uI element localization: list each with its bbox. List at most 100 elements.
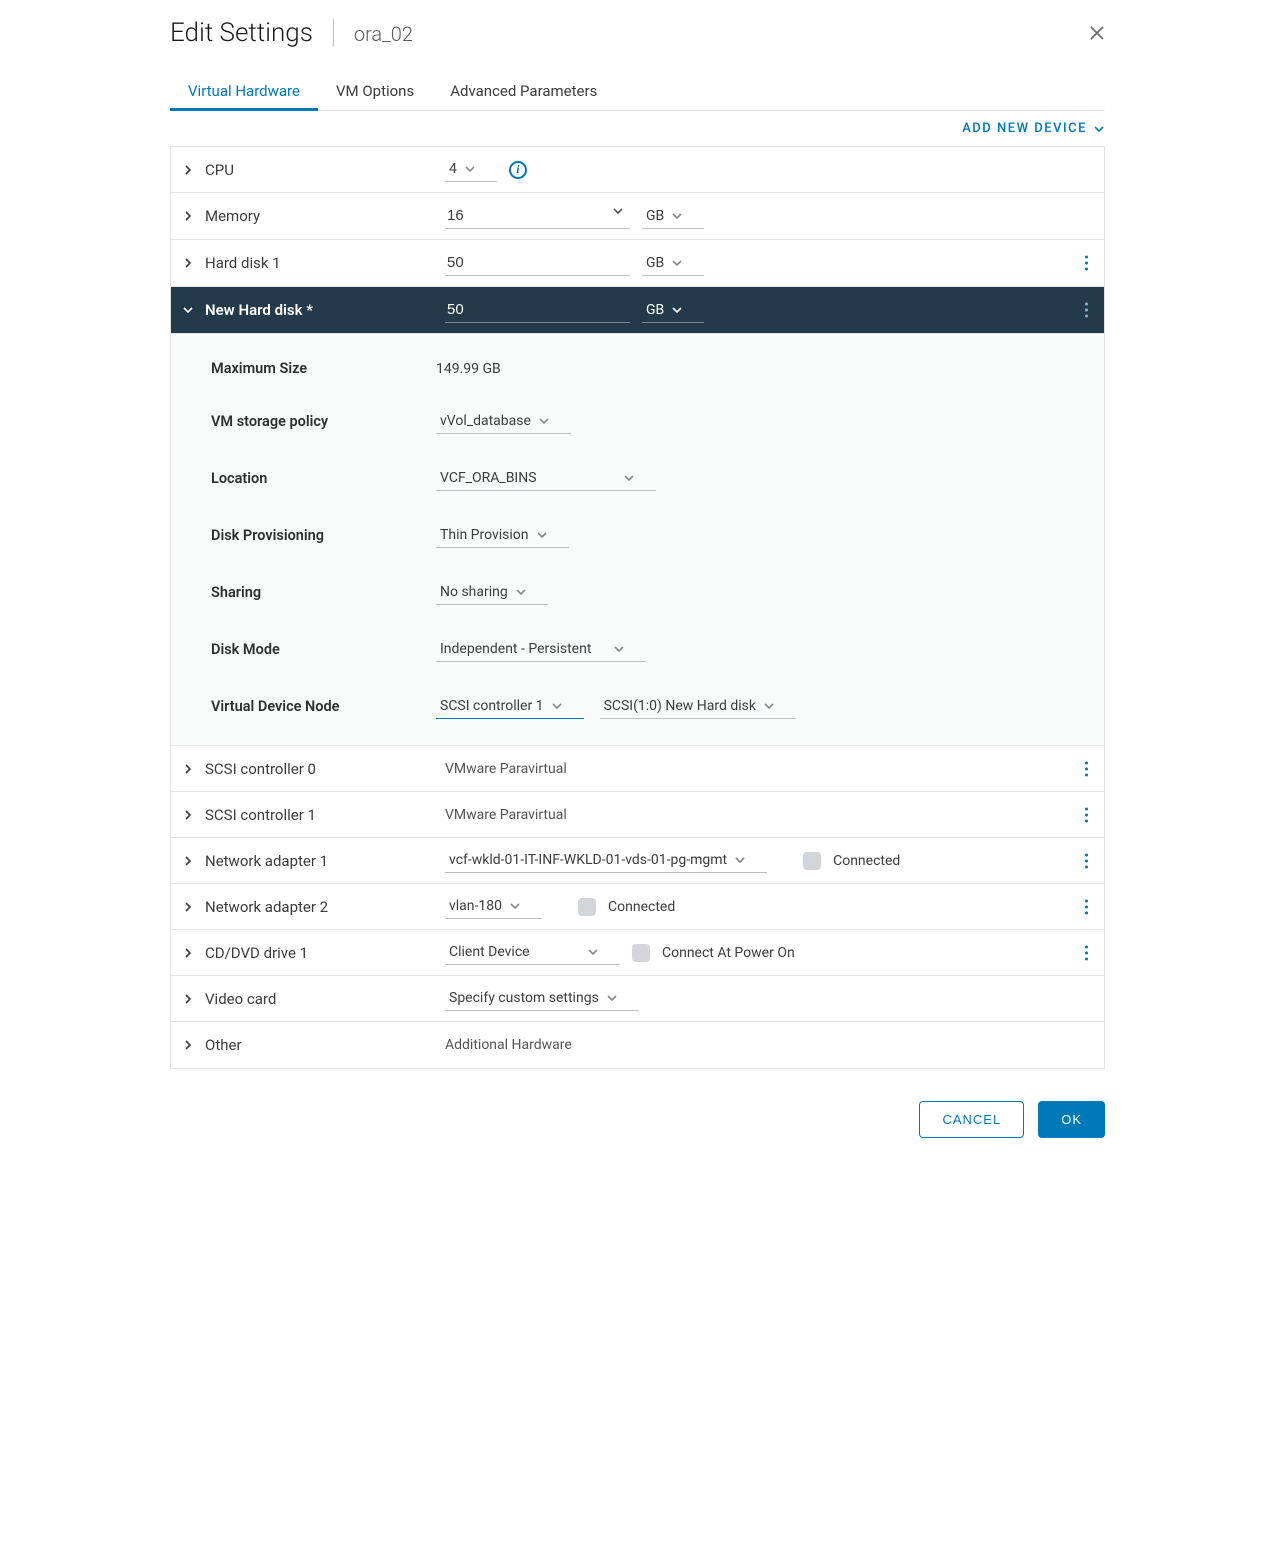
chevron-down-icon	[672, 211, 682, 221]
chevron-right-icon	[183, 902, 197, 912]
memory-input[interactable]	[445, 203, 630, 229]
policy-label: VM storage policy	[211, 413, 436, 430]
cancel-button[interactable]: CANCEL	[919, 1101, 1024, 1138]
sharing-select[interactable]: No sharing	[436, 580, 548, 605]
na1-value: vcf-wkld-01-IT-INF-WKLD-01-vds-01-pg-mgm…	[449, 852, 727, 868]
video-value: Specify custom settings	[449, 990, 599, 1006]
cpu-value-area: 4 i	[445, 157, 1092, 182]
row-hard-disk-1[interactable]: Hard disk 1 GB	[171, 240, 1104, 287]
policy-value: vVol_database	[440, 413, 531, 429]
newhd-unit-select[interactable]: GB	[642, 298, 704, 323]
na1-select[interactable]: vcf-wkld-01-IT-INF-WKLD-01-vds-01-pg-mgm…	[445, 848, 767, 873]
hardware-panel: CPU 4 i Memory	[170, 146, 1105, 1069]
row-network-adapter-2[interactable]: Network adapter 2 vlan-180 Connected	[171, 884, 1104, 930]
row-network-adapter-1[interactable]: Network adapter 1 vcf-wkld-01-IT-INF-WKL…	[171, 838, 1104, 884]
chevron-right-icon	[183, 1040, 197, 1050]
chevron-down-icon	[624, 473, 634, 483]
kebab-icon[interactable]	[1085, 761, 1088, 776]
na2-connected-checkbox[interactable]	[578, 898, 596, 916]
title-divider	[333, 19, 334, 47]
cd-connect-checkbox[interactable]	[632, 944, 650, 962]
chevron-right-icon	[183, 856, 197, 866]
hd1-unit-select[interactable]: GB	[642, 251, 704, 276]
info-icon[interactable]: i	[509, 161, 527, 179]
na1-connected-label: Connected	[833, 853, 900, 869]
chevron-right-icon	[183, 211, 197, 221]
cd-value-area: Client Device Connect At Power On	[445, 940, 1092, 965]
newhd-input[interactable]	[445, 297, 630, 323]
close-icon[interactable]	[1089, 25, 1105, 41]
na1-value-area: vcf-wkld-01-IT-INF-WKLD-01-vds-01-pg-mgm…	[445, 848, 1092, 873]
cd-select[interactable]: Client Device	[445, 940, 620, 965]
row-scsi-controller-0[interactable]: SCSI controller 0 VMware Paravirtual	[171, 746, 1104, 792]
memory-input-wrap	[445, 203, 630, 229]
video-label: Video card	[205, 990, 445, 1008]
kebab-icon[interactable]	[1085, 807, 1088, 822]
chevron-down-icon	[1093, 123, 1105, 135]
location-select[interactable]: VCF_ORA_BINS	[436, 466, 656, 491]
row-other[interactable]: Other Additional Hardware	[171, 1022, 1104, 1068]
row-video-card[interactable]: Video card Specify custom settings	[171, 976, 1104, 1022]
prov-label: Disk Provisioning	[211, 527, 436, 544]
memory-value-area: GB	[445, 203, 1092, 229]
dialog-subtitle: ora_02	[354, 22, 413, 46]
mode-select[interactable]: Independent - Persistent	[436, 637, 646, 662]
cpu-value: 4	[449, 161, 457, 177]
prov-select[interactable]: Thin Provision	[436, 523, 569, 548]
cpu-select[interactable]: 4	[445, 157, 497, 182]
chevron-down-icon	[539, 416, 549, 426]
chevron-down-icon	[607, 993, 617, 1003]
video-select[interactable]: Specify custom settings	[445, 986, 639, 1011]
row-new-hard-disk[interactable]: New Hard disk * GB	[171, 287, 1104, 334]
chevron-right-icon	[183, 165, 197, 175]
kebab-icon[interactable]	[1085, 256, 1088, 271]
kebab-icon[interactable]	[1085, 945, 1088, 960]
newhd-label: New Hard disk *	[205, 301, 445, 319]
chevron-down-icon	[672, 305, 682, 315]
hd1-input[interactable]	[445, 250, 630, 276]
row-cpu[interactable]: CPU 4 i	[171, 147, 1104, 193]
row-memory[interactable]: Memory GB	[171, 193, 1104, 240]
dialog-title: Edit Settings	[170, 18, 313, 48]
na2-value-area: vlan-180 Connected	[445, 894, 1092, 919]
sharing-value: No sharing	[440, 584, 508, 600]
newhd-value-area: GB	[445, 297, 1092, 323]
header-left: Edit Settings ora_02	[170, 18, 413, 48]
chevron-down-icon	[614, 644, 624, 654]
memory-unit: GB	[646, 208, 664, 224]
newhd-unit: GB	[646, 302, 664, 318]
ok-button[interactable]: OK	[1038, 1101, 1105, 1138]
detail-virtual-device-node: Virtual Device Node SCSI controller 1 SC…	[211, 678, 1082, 735]
detail-disk-mode: Disk Mode Independent - Persistent	[211, 621, 1082, 678]
location-value: VCF_ORA_BINS	[440, 470, 537, 486]
chevron-down-icon	[735, 855, 745, 865]
chevron-down-icon	[537, 530, 547, 540]
tab-advanced-parameters[interactable]: Advanced Parameters	[432, 72, 615, 110]
kebab-icon[interactable]	[1085, 303, 1088, 318]
add-new-device-button[interactable]: ADD NEW DEVICE	[962, 121, 1105, 136]
vdn-controller-select[interactable]: SCSI controller 1	[436, 694, 584, 719]
tab-virtual-hardware[interactable]: Virtual Hardware	[170, 72, 318, 110]
header: Edit Settings ora_02	[170, 18, 1105, 48]
chevron-right-icon	[183, 994, 197, 1004]
na1-connected-checkbox[interactable]	[803, 852, 821, 870]
mode-label: Disk Mode	[211, 641, 436, 658]
row-scsi-controller-1[interactable]: SCSI controller 1 VMware Paravirtual	[171, 792, 1104, 838]
vdn-slot-select[interactable]: SCSI(1:0) New Hard disk	[600, 694, 796, 719]
scsi0-value: VMware Paravirtual	[445, 761, 567, 777]
maxsize-label: Maximum Size	[211, 360, 436, 377]
tab-vm-options[interactable]: VM Options	[318, 72, 432, 110]
policy-select[interactable]: vVol_database	[436, 409, 571, 434]
chevron-down-icon	[465, 164, 475, 174]
new-hard-disk-details: Maximum Size 149.99 GB VM storage policy…	[171, 334, 1104, 746]
kebab-icon[interactable]	[1085, 853, 1088, 868]
row-cd-dvd-drive-1[interactable]: CD/DVD drive 1 Client Device Connect At …	[171, 930, 1104, 976]
na2-select[interactable]: vlan-180	[445, 894, 542, 919]
chevron-right-icon	[183, 764, 197, 774]
add-new-device-label: ADD NEW DEVICE	[962, 121, 1087, 136]
kebab-icon[interactable]	[1085, 899, 1088, 914]
memory-unit-select[interactable]: GB	[642, 204, 704, 229]
prov-value: Thin Provision	[440, 527, 529, 543]
chevron-down-icon[interactable]	[612, 205, 624, 217]
chevron-down-icon	[672, 258, 682, 268]
